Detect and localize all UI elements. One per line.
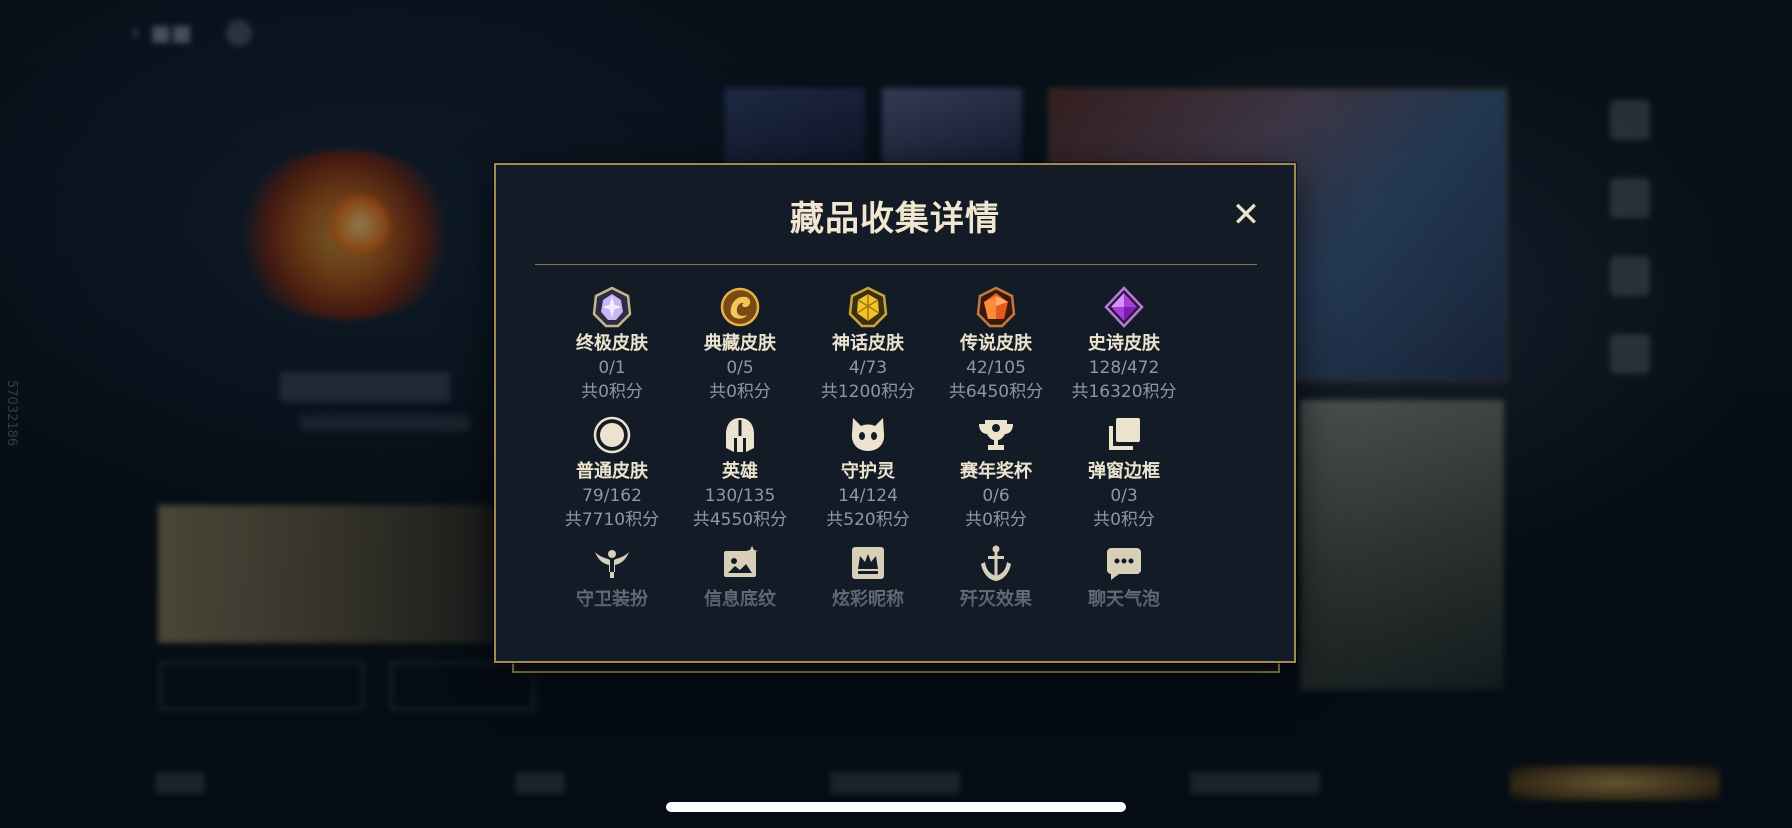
item-label: 英雄 xyxy=(722,461,758,482)
item-points: 共0积分 xyxy=(1093,510,1155,530)
item-label: 聊天气泡 xyxy=(1088,589,1160,610)
champion-helmet-icon xyxy=(719,414,761,456)
title-divider xyxy=(535,264,1257,265)
popup-frame-icon xyxy=(1103,414,1145,456)
collection-details-modal: 藏品收集详情 ✕ 终极皮肤 0/1 共0积分 典藏皮肤 0/5 共0积分 神话皮… xyxy=(494,163,1296,663)
item-count: 79/162 xyxy=(582,486,642,506)
annihilation-effect-icon xyxy=(975,542,1017,584)
item-label: 史诗皮肤 xyxy=(1088,333,1160,354)
trophy-icon xyxy=(975,414,1017,456)
item-points: 共0积分 xyxy=(709,382,771,402)
mythic-skin-icon xyxy=(847,286,889,328)
item-points: 共0积分 xyxy=(965,510,1027,530)
collector-skin-icon xyxy=(719,286,761,328)
item-label: 神话皮肤 xyxy=(832,333,904,354)
legendary-skin-icon xyxy=(975,286,1017,328)
close-icon[interactable]: ✕ xyxy=(1229,198,1263,232)
collection-item-epic-skin[interactable]: 史诗皮肤 128/472 共16320积分 xyxy=(1060,286,1188,414)
guardian-outfit-icon xyxy=(591,542,633,584)
item-points: 共1200积分 xyxy=(820,382,916,402)
colorful-nickname-icon xyxy=(847,542,889,584)
collection-row: 终极皮肤 0/1 共0积分 典藏皮肤 0/5 共0积分 神话皮肤 4/73 共1… xyxy=(548,286,1188,414)
item-label: 歼灭效果 xyxy=(960,589,1032,610)
item-label: 信息底纹 xyxy=(704,589,776,610)
item-label: 弹窗边框 xyxy=(1088,461,1160,482)
item-count: 0/1 xyxy=(598,358,626,378)
item-count: 0/3 xyxy=(1110,486,1138,506)
item-points: 共520积分 xyxy=(826,510,910,530)
item-label: 赛年奖杯 xyxy=(960,461,1032,482)
collection-item-colorful-nickname[interactable]: 炫彩昵称 xyxy=(804,542,932,670)
item-label: 炫彩昵称 xyxy=(832,589,904,610)
collection-row: 守卫装扮 信息底纹 炫彩昵称 歼灭效果 聊天气泡 xyxy=(548,542,1188,670)
standard-skin-icon xyxy=(591,414,633,456)
collection-item-standard-skin[interactable]: 普通皮肤 79/162 共7710积分 xyxy=(548,414,676,542)
collection-item-companion[interactable]: 守护灵 14/124 共520积分 xyxy=(804,414,932,542)
item-label: 传说皮肤 xyxy=(960,333,1032,354)
collection-item-info-banner[interactable]: 信息底纹 xyxy=(676,542,804,670)
ultimate-skin-icon xyxy=(591,286,633,328)
collection-item-ultimate-skin[interactable]: 终极皮肤 0/1 共0积分 xyxy=(548,286,676,414)
home-indicator[interactable] xyxy=(666,802,1126,812)
item-count: 128/472 xyxy=(1088,358,1160,378)
item-points: 共4550积分 xyxy=(692,510,788,530)
item-count: 4/73 xyxy=(848,358,888,378)
item-points: 共7710积分 xyxy=(564,510,660,530)
collection-item-guardian-outfit[interactable]: 守卫装扮 xyxy=(548,542,676,670)
collection-item-collector-skin[interactable]: 典藏皮肤 0/5 共0积分 xyxy=(676,286,804,414)
item-count: 0/6 xyxy=(982,486,1010,506)
collection-item-mythic-skin[interactable]: 神话皮肤 4/73 共1200积分 xyxy=(804,286,932,414)
item-label: 终极皮肤 xyxy=(576,333,648,354)
collection-row: 普通皮肤 79/162 共7710积分 英雄 130/135 共4550积分 守… xyxy=(548,414,1188,542)
item-points: 共6450积分 xyxy=(948,382,1044,402)
item-label: 守护灵 xyxy=(841,461,895,482)
companion-icon xyxy=(847,414,889,456)
item-label: 守卫装扮 xyxy=(576,589,648,610)
epic-skin-icon xyxy=(1103,286,1145,328)
chat-bubble-icon xyxy=(1103,542,1145,584)
item-count: 0/5 xyxy=(726,358,754,378)
info-banner-icon xyxy=(719,542,761,584)
item-count: 14/124 xyxy=(838,486,898,506)
item-points: 共0积分 xyxy=(581,382,643,402)
collection-item-popup-frame[interactable]: 弹窗边框 0/3 共0积分 xyxy=(1060,414,1188,542)
item-count: 130/135 xyxy=(704,486,776,506)
modal-title: 藏品收集详情 xyxy=(790,199,1000,239)
screen: ‹ ■■ 57032186 藏品收集详情 ✕ 终极皮肤 0/1 共0积分 典藏皮… xyxy=(0,0,1792,828)
item-label: 典藏皮肤 xyxy=(704,333,776,354)
collection-item-chat-bubble[interactable]: 聊天气泡 xyxy=(1060,542,1188,670)
collection-item-annihilation-effect[interactable]: 歼灭效果 xyxy=(932,542,1060,670)
item-label: 普通皮肤 xyxy=(576,461,648,482)
item-points: 共16320积分 xyxy=(1071,382,1177,402)
collection-item-champion[interactable]: 英雄 130/135 共4550积分 xyxy=(676,414,804,542)
collection-item-trophy[interactable]: 赛年奖杯 0/6 共0积分 xyxy=(932,414,1060,542)
item-count: 42/105 xyxy=(966,358,1026,378)
collection-grid: 终极皮肤 0/1 共0积分 典藏皮肤 0/5 共0积分 神话皮肤 4/73 共1… xyxy=(548,286,1188,670)
collection-item-legendary-skin[interactable]: 传说皮肤 42/105 共6450积分 xyxy=(932,286,1060,414)
